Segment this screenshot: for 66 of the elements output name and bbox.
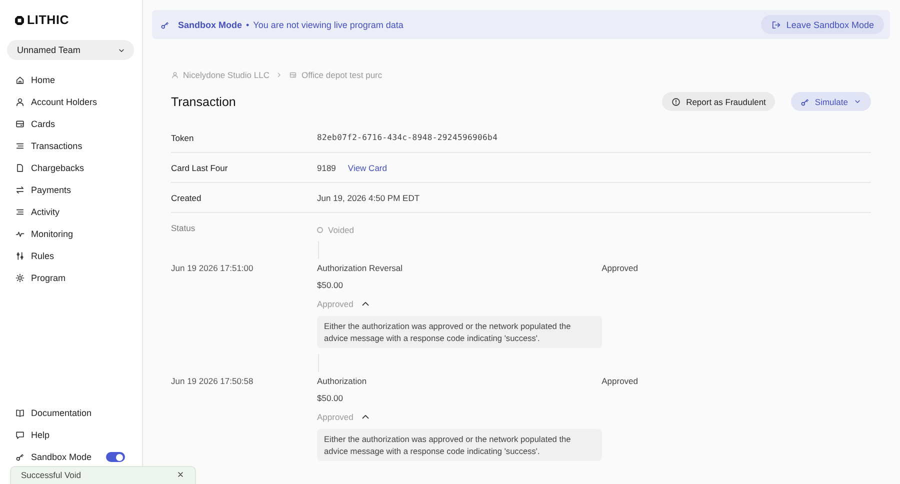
status-value: Voided	[328, 225, 354, 235]
nav-item[interactable]: Documentation	[7, 402, 134, 424]
field-label: Token	[171, 132, 195, 142]
card-icon	[289, 71, 298, 79]
result-description: Either the authorization was approved or the network populated the advice message with a response code indicating 'success'.	[317, 429, 602, 462]
page-title: Transaction	[171, 94, 236, 108]
close-icon	[176, 470, 185, 479]
team-dropdown[interactable]: Unnamed Team	[7, 40, 134, 60]
event-time: Jun 19 2026 17:51:00	[171, 263, 254, 275]
close-button[interactable]	[176, 470, 185, 479]
person-icon	[15, 97, 25, 107]
field-label: Status	[171, 223, 196, 235]
nav-item[interactable]: Help	[7, 424, 134, 446]
report-fraud-button[interactable]: Report as Fraudulent	[662, 92, 775, 111]
nav-item[interactable]: Transactions	[7, 135, 134, 157]
nav-item[interactable]: Monitoring	[7, 223, 134, 245]
home-icon	[15, 75, 25, 85]
separator-dot: •	[246, 20, 250, 30]
event-type: Authorization Reversal	[317, 263, 403, 273]
event-time: Jun 19 2026 17:50:58	[171, 376, 254, 388]
status-ring-icon	[317, 227, 323, 233]
nav-item[interactable]: Rules	[7, 245, 134, 267]
field-value: 9189	[317, 162, 336, 172]
logo-mark-icon	[14, 14, 25, 26]
card-icon	[15, 119, 25, 129]
nav-item[interactable]: Payments	[7, 179, 134, 201]
result-description: Either the authorization was approved or the network populated the advice message with a response code indicating 'success'.	[317, 316, 602, 348]
logo-text: LITHIC	[27, 13, 70, 27]
list-icon	[15, 141, 25, 151]
gear-icon	[15, 273, 25, 283]
swap-icon	[15, 185, 25, 195]
toast-message: Successful Void	[21, 470, 82, 480]
person-icon	[171, 71, 179, 79]
list-icon	[15, 207, 25, 217]
sliders-icon	[15, 251, 25, 261]
leave-sandbox-button[interactable]: Leave Sandbox Mode	[761, 15, 884, 34]
chat-icon	[15, 430, 25, 440]
sandbox-toggle-item[interactable]: Sandbox Mode	[7, 446, 134, 468]
banner-message: You are not viewing live program data	[253, 20, 404, 30]
alert-icon	[671, 96, 682, 106]
field-value: Jun 19, 2026 4:50 PM EDT	[317, 192, 420, 202]
nav-item[interactable]: Account Holders	[7, 91, 134, 113]
book-icon	[15, 408, 25, 418]
document-icon	[15, 163, 25, 173]
nav-item[interactable]: Program	[7, 267, 134, 289]
nav-item[interactable]: Cards	[7, 113, 134, 135]
key-icon	[800, 96, 810, 106]
nav-item[interactable]: Activity	[7, 201, 134, 223]
toggle-switch[interactable]	[106, 452, 125, 462]
field-label: Created	[171, 192, 202, 202]
event-amount: $50.00	[317, 393, 344, 404]
view-card-link[interactable]: View Card	[348, 162, 387, 172]
simulate-button[interactable]: Simulate	[790, 92, 871, 111]
event-result: Approved	[602, 263, 638, 273]
field-label: Card Last Four	[171, 162, 229, 172]
event-result: Approved	[602, 376, 638, 386]
banner-title: Sandbox Mode	[178, 20, 242, 30]
nav-item[interactable]: Chargebacks	[7, 157, 134, 179]
pulse-icon	[15, 229, 25, 239]
exit-icon	[771, 20, 782, 30]
event-amount: $50.00	[317, 280, 344, 290]
key-icon	[15, 452, 25, 462]
key-icon	[160, 20, 170, 30]
token-value: 82eb07f2-6716-434c-8948-2924596906b4	[317, 133, 498, 142]
nav-item[interactable]: Home	[7, 69, 134, 91]
event-type: Authorization	[317, 376, 367, 386]
